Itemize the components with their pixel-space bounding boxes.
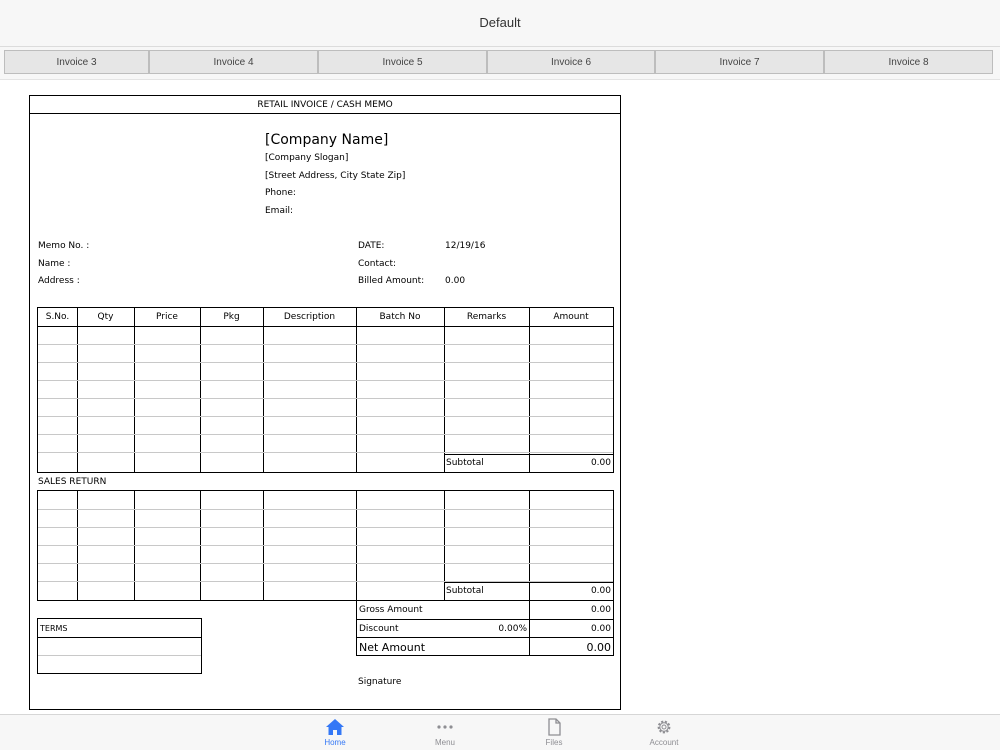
invoice-heading: RETAIL INVOICE / CASH MEMO bbox=[257, 100, 393, 110]
nav-account-label: Account bbox=[649, 738, 679, 747]
row-divider bbox=[38, 527, 613, 528]
terms-label: TERMS bbox=[40, 623, 68, 633]
tab-invoice-5[interactable]: Invoice 5 bbox=[318, 50, 487, 74]
street-address[interactable]: [Street Address, City State Zip] bbox=[265, 171, 405, 181]
net-amount-label: Net Amount bbox=[359, 640, 426, 654]
discount-label: Discount bbox=[359, 624, 399, 634]
name-label: Name : bbox=[38, 259, 71, 269]
items-table: S.No. Qty Price Pkg Description Batch No… bbox=[37, 307, 614, 473]
date-value[interactable]: 12/19/16 bbox=[445, 241, 485, 251]
more-icon bbox=[437, 725, 453, 729]
row-divider bbox=[38, 380, 613, 381]
nav-home-label: Home bbox=[324, 738, 346, 747]
contact-label: Contact: bbox=[358, 259, 397, 269]
gross-amount-value: 0.00 bbox=[590, 605, 611, 615]
memo-no-label: Memo No. : bbox=[38, 241, 90, 251]
column-header-pkg: Pkg bbox=[223, 312, 240, 322]
row-divider bbox=[38, 344, 613, 345]
tab-invoice-3[interactable]: Invoice 3 bbox=[4, 50, 149, 74]
window-title: Default bbox=[479, 14, 521, 30]
sales-return-label: SALES RETURN bbox=[38, 477, 107, 487]
column-divider bbox=[529, 308, 530, 472]
totals-table: Gross Amount 0.00 Discount 0.00% 0.00 Ne… bbox=[356, 600, 614, 656]
company-slogan[interactable]: [Company Slogan] bbox=[265, 153, 348, 163]
row-divider bbox=[38, 563, 613, 564]
row-divider bbox=[38, 416, 613, 417]
billed-amount-value: 0.00 bbox=[445, 276, 466, 286]
row-divider bbox=[38, 452, 613, 453]
nav-menu-label: Menu bbox=[434, 738, 455, 747]
tab-invoice-7[interactable]: Invoice 7 bbox=[655, 50, 824, 74]
nav-files[interactable]: Files bbox=[524, 718, 584, 750]
nav-files-label: Files bbox=[545, 738, 563, 747]
nav-home[interactable]: Home bbox=[305, 718, 365, 750]
column-header-price: Price bbox=[156, 312, 178, 322]
billed-amount-label: Billed Amount: bbox=[358, 276, 425, 286]
row-divider bbox=[38, 434, 613, 435]
column-header-description: Description bbox=[283, 312, 336, 322]
gear-icon bbox=[657, 720, 671, 734]
discount-value: 0.00 bbox=[590, 624, 611, 634]
column-header-sno: S.No. bbox=[45, 312, 70, 322]
column-divider bbox=[356, 308, 357, 472]
row-divider bbox=[38, 545, 613, 546]
column-divider bbox=[444, 308, 445, 472]
subtotal-label: Subtotal bbox=[446, 458, 484, 468]
row-divider bbox=[38, 509, 613, 510]
email-label: Email: bbox=[265, 206, 294, 216]
column-divider bbox=[134, 308, 135, 472]
home-icon bbox=[326, 719, 344, 735]
column-header-qty: Qty bbox=[97, 312, 114, 322]
terms-table: TERMS bbox=[37, 618, 202, 674]
nav-menu[interactable]: Menu bbox=[415, 718, 475, 750]
row-divider bbox=[38, 398, 613, 399]
header-divider bbox=[38, 326, 613, 327]
discount-percent[interactable]: 0.00% bbox=[443, 620, 527, 638]
tab-invoice-6[interactable]: Invoice 6 bbox=[487, 50, 655, 74]
file-icon bbox=[548, 718, 561, 736]
gross-amount-label: Gross Amount bbox=[359, 605, 423, 615]
bottom-nav: Home Menu Files Account bbox=[0, 714, 1000, 750]
column-header-remarks: Remarks bbox=[466, 312, 507, 322]
tab-strip: Invoice 3 Invoice 4 Invoice 5 Invoice 6 … bbox=[0, 47, 1000, 80]
return-subtotal-value: 0.00 bbox=[590, 586, 611, 596]
subtotal-value: 0.00 bbox=[590, 458, 611, 468]
column-header-amount: Amount bbox=[553, 312, 589, 322]
date-label: DATE: bbox=[358, 241, 385, 251]
return-subtotal-label: Subtotal bbox=[446, 586, 484, 596]
column-divider bbox=[200, 308, 201, 472]
column-header-batch-no: Batch No bbox=[379, 312, 421, 322]
heading-divider bbox=[30, 113, 620, 114]
company-name[interactable]: [Company Name] bbox=[265, 132, 388, 148]
address-label: Address : bbox=[38, 276, 80, 286]
signature-label: Signature bbox=[358, 677, 402, 687]
row-divider bbox=[38, 362, 613, 363]
tab-invoice-4[interactable]: Invoice 4 bbox=[149, 50, 318, 74]
column-divider bbox=[77, 308, 78, 472]
sales-return-table: Subtotal 0.00 bbox=[37, 490, 614, 601]
row-divider bbox=[38, 655, 201, 656]
nav-account[interactable]: Account bbox=[634, 718, 694, 750]
row-divider bbox=[38, 637, 201, 638]
net-amount-value: 0.00 bbox=[586, 640, 612, 654]
title-bar: Default bbox=[0, 0, 1000, 47]
phone-label: Phone: bbox=[265, 188, 296, 198]
invoice-sheet: RETAIL INVOICE / CASH MEMO [Company Name… bbox=[29, 95, 621, 710]
column-divider bbox=[263, 308, 264, 472]
tab-invoice-8[interactable]: Invoice 8 bbox=[824, 50, 993, 74]
